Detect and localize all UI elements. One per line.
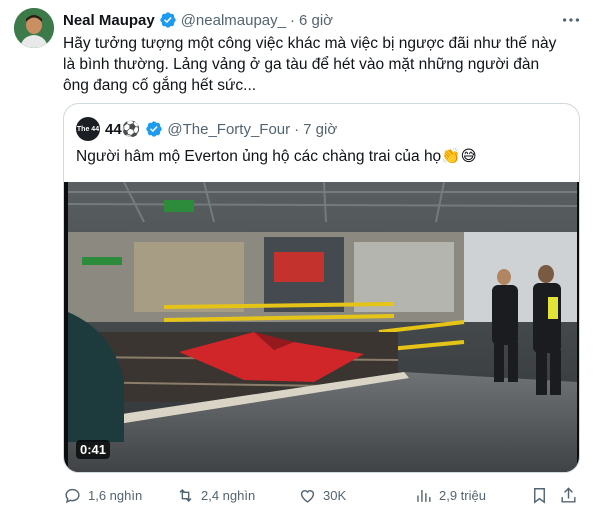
tweet-text: Hãy tưởng tượng một công việc khác mà vi…: [63, 35, 557, 94]
view-count: 2,9 triệu: [439, 487, 486, 503]
like-count: 30K: [323, 487, 347, 503]
quoted-author-avatar[interactable]: The 44: [76, 117, 100, 141]
quoted-timestamp[interactable]: 7 giờ: [303, 121, 337, 138]
more-options-icon[interactable]: [560, 9, 582, 31]
reply-icon: [65, 488, 80, 503]
views-chart-icon: [417, 489, 431, 502]
author-avatar[interactable]: [14, 8, 54, 48]
quoted-author-handle[interactable]: @The_Forty_Four: [167, 121, 290, 138]
action-bar: 1,6 nghìn 2,4 nghìn 30K 2,9 triệu: [63, 484, 583, 506]
dot-separator: ·: [290, 11, 295, 29]
bookmark-button[interactable]: [530, 484, 549, 506]
share-button[interactable]: [559, 484, 578, 506]
reply-count: 1,6 nghìn: [88, 487, 143, 503]
bookmark-icon: [534, 487, 545, 504]
like-button[interactable]: 30K: [298, 484, 346, 506]
repost-count: 2,4 nghìn: [201, 487, 256, 503]
quoted-tweet[interactable]: The 44 44⚽ @The_Forty_Four · 7 giờ Người…: [63, 103, 580, 473]
dot-separator: ·: [294, 120, 300, 138]
tweet-timestamp[interactable]: 6 giờ: [299, 12, 333, 29]
repost-icon: [179, 488, 192, 502]
quoted-tweet-header: The 44 44⚽ @The_Forty_Four · 7 giờ: [76, 117, 337, 141]
heart-icon: [300, 489, 315, 503]
author-handle[interactable]: @nealmaupay_: [181, 12, 286, 29]
repost-button[interactable]: 2,4 nghìn: [176, 484, 255, 506]
quoted-author-name[interactable]: 44⚽: [105, 120, 140, 138]
author-name[interactable]: Neal Maupay: [63, 12, 155, 29]
reply-button[interactable]: 1,6 nghìn: [63, 484, 142, 506]
tweet-header: Neal Maupay @nealmaupay_ · 6 giờ: [63, 10, 582, 30]
video-player[interactable]: 0:41: [64, 182, 579, 472]
verified-badge-icon: [160, 12, 176, 28]
views-button[interactable]: 2,9 triệu: [414, 484, 486, 506]
video-duration: 0:41: [76, 440, 111, 459]
verified-badge-icon: [146, 121, 163, 137]
quoted-tweet-text: Người hâm mộ Everton ủng hộ các chàng tr…: [76, 148, 477, 165]
share-icon: [561, 486, 576, 503]
video-frame: [64, 182, 579, 472]
